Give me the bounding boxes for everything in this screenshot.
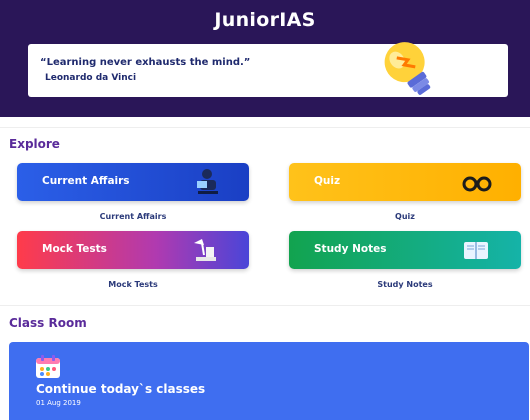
continue-classes-card[interactable]: Continue today`s classes 01 Aug 2019 — [9, 342, 529, 420]
class-card-title: Continue today`s classes — [36, 382, 206, 396]
quiz-caption[interactable]: Quiz — [289, 212, 521, 221]
tile-label: Study Notes — [314, 243, 387, 255]
quote-author: Leonardo da Vinci — [45, 73, 137, 83]
mock-tests-caption[interactable]: Mock Tests — [17, 280, 249, 289]
current-affairs-tile[interactable]: Current Affairs — [17, 163, 249, 201]
app-title: JuniorIAS — [214, 9, 316, 31]
calendar-icon — [36, 355, 60, 378]
tile-label: Mock Tests — [42, 243, 107, 255]
quiz-tile[interactable]: Quiz — [289, 163, 521, 201]
glasses-icon — [462, 176, 492, 192]
open-book-icon — [464, 242, 488, 259]
header: JuniorIAS “Learning never exhausts the m… — [0, 0, 530, 117]
divider — [0, 127, 530, 128]
lightbulb-icon — [384, 42, 431, 95]
desk-lamp-icon — [194, 239, 216, 261]
mock-tests-tile[interactable]: Mock Tests — [17, 231, 249, 269]
class-card-date: 01 Aug 2019 — [36, 399, 81, 407]
reader-icon — [197, 169, 218, 194]
study-notes-tile[interactable]: Study Notes — [289, 231, 521, 269]
current-affairs-caption[interactable]: Current Affairs — [17, 212, 249, 221]
classroom-section-title: Class Room — [9, 316, 87, 330]
quote-text: “Learning never exhausts the mind.” — [40, 57, 251, 68]
tile-label: Quiz — [314, 175, 341, 187]
explore-section-title: Explore — [9, 137, 60, 151]
study-notes-caption[interactable]: Study Notes — [289, 280, 521, 289]
tile-label: Current Affairs — [42, 175, 130, 187]
divider — [0, 305, 530, 306]
